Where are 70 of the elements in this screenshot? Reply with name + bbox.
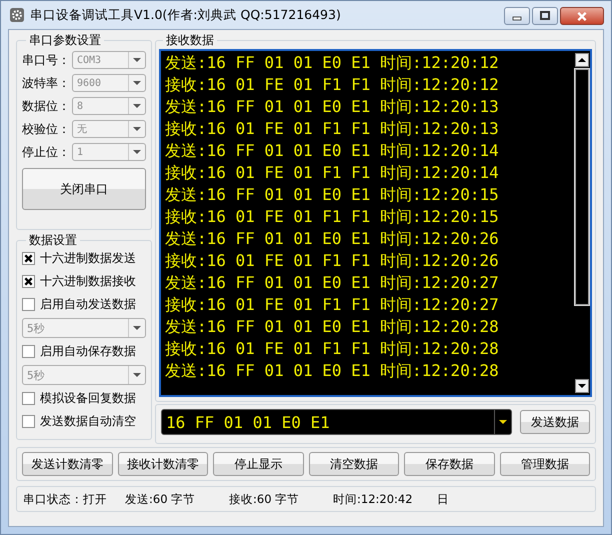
- close-icon: [576, 10, 588, 22]
- log-line: 接收:16 01 FE 01 F1 F1 时间:12:20:13: [165, 118, 500, 140]
- checkbox-label[interactable]: 十六进制数据接收: [40, 273, 136, 290]
- status-text: 接收:60 字节: [229, 492, 300, 506]
- action-button[interactable]: 管理数据: [500, 452, 590, 476]
- scrollbar[interactable]: [574, 51, 590, 395]
- status-text: 日: [437, 492, 450, 506]
- scroll-up-icon[interactable]: [578, 58, 586, 62]
- log-line: 接收:16 01 FE 01 F1 F1 时间:12:20:12: [165, 74, 500, 96]
- dropdown-arrow-icon: [133, 58, 141, 62]
- log-line: 发送:16 FF 01 01 E0 E1 时间:12:20:27: [165, 272, 500, 294]
- group-title: 串口参数设置: [28, 32, 102, 49]
- log-line: 发送:16 FF 01 01 E0 E1 时间:12:20:14: [165, 140, 500, 162]
- field-label: 数据位：: [22, 98, 71, 114]
- log-line: 发送:16 FF 01 01 E0 E1 时间:12:20:13: [165, 96, 500, 118]
- send-button[interactable]: 发送数据: [520, 410, 590, 434]
- checkbox-label[interactable]: 模拟设备回复数据: [40, 390, 136, 407]
- group-title: 接收数据: [165, 32, 215, 49]
- dropdown-arrow-icon: [133, 81, 141, 85]
- log-line: 接收:16 01 FE 01 F1 F1 时间:12:20:26: [165, 250, 500, 272]
- status-text: 发送:60 字节: [125, 492, 196, 506]
- group-title: 数据设置: [28, 232, 78, 249]
- dropdown-arrow-icon: [133, 326, 141, 330]
- check-x-icon: [24, 254, 33, 263]
- scroll-thumb[interactable]: [575, 69, 589, 305]
- log-line: 发送:16 FF 01 01 E0 E1 时间:12:20:26: [165, 228, 500, 250]
- checkbox-label[interactable]: 发送数据自动清空: [40, 413, 136, 430]
- log-line: 接收:16 01 FE 01 F1 F1 时间:12:20:28: [165, 338, 500, 360]
- log-line: 发送:16 FF 01 01 E0 E1 时间:12:20:28: [165, 360, 500, 382]
- field-label: 校验位：: [22, 120, 71, 138]
- field-label: 停止位：: [22, 144, 71, 160]
- dropdown-arrow-icon: [133, 373, 141, 377]
- maximize-button[interactable]: [532, 7, 558, 25]
- action-button[interactable]: 保存数据: [404, 452, 494, 476]
- action-button[interactable]: 发送计数清零: [22, 452, 112, 476]
- action-button[interactable]: 停止显示: [213, 452, 304, 476]
- close-button[interactable]: [560, 7, 604, 25]
- send-input[interactable]: 16 FF 01 01 E0 E1: [161, 409, 512, 435]
- dropdown-arrow-icon: [133, 104, 141, 108]
- check-x-icon: [24, 277, 33, 286]
- field-label: 串口号：: [22, 52, 71, 68]
- checkbox[interactable]: [22, 275, 35, 288]
- checkbox-label[interactable]: 启用自动发送数据: [40, 296, 136, 313]
- checkbox[interactable]: [22, 345, 35, 358]
- checkbox[interactable]: [22, 252, 35, 265]
- log-line: 发送:16 FF 01 01 E0 E1 时间:12:20:12: [165, 52, 500, 74]
- status-text: 时间:12:20:42: [333, 492, 414, 506]
- field-label: 波特率：: [22, 74, 71, 92]
- action-button[interactable]: 清空数据: [308, 452, 399, 476]
- scroll-down-icon[interactable]: [578, 384, 586, 388]
- window-title: 串口设备调试工具V1.0(作者:刘典武 QQ:517216493): [30, 6, 341, 24]
- dropdown-arrow-icon: [133, 127, 141, 131]
- minimize-button[interactable]: [504, 7, 530, 25]
- log-line: 发送:16 FF 01 01 E0 E1 时间:12:20:15: [165, 184, 500, 206]
- log-line: 接收:16 01 FE 01 F1 F1 时间:12:20:14: [165, 162, 500, 184]
- maximize-icon: [540, 11, 550, 21]
- log-line: 接收:16 01 FE 01 F1 F1 时间:12:20:27: [165, 294, 500, 316]
- action-button[interactable]: 接收计数清零: [118, 452, 208, 476]
- dropdown-arrow-icon: [133, 150, 141, 154]
- log-line: 接收:16 01 FE 01 F1 F1 时间:12:20:15: [165, 206, 500, 228]
- checkbox[interactable]: [22, 415, 35, 428]
- checkbox[interactable]: [22, 392, 35, 405]
- gear-icon: [10, 8, 24, 22]
- status-text: 串口状态：打开: [23, 492, 108, 506]
- checkbox[interactable]: [22, 298, 35, 311]
- checkbox-label[interactable]: 十六进制数据发送: [40, 250, 136, 267]
- log-line: 发送:16 FF 01 01 E0 E1 时间:12:20:28: [165, 316, 500, 338]
- dropdown-arrow-icon: [499, 420, 507, 424]
- close-port-button[interactable]: 关闭串口: [22, 168, 146, 210]
- checkbox-label[interactable]: 启用自动保存数据: [40, 343, 136, 360]
